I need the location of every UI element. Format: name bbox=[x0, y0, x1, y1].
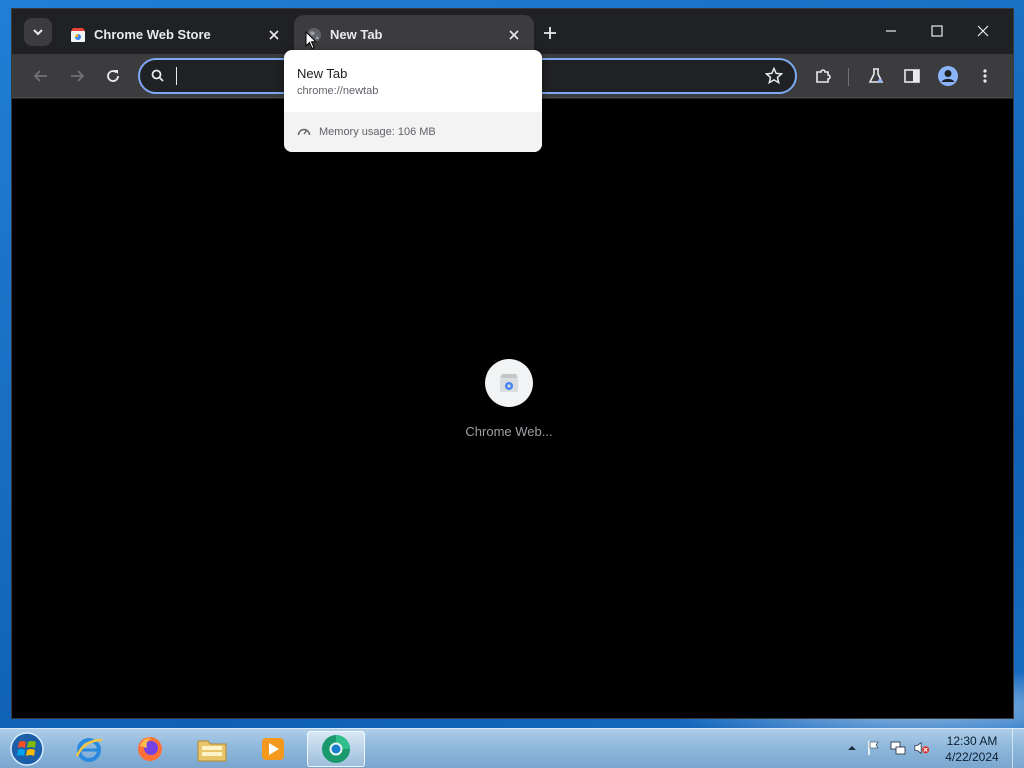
taskbar-app-firefox[interactable] bbox=[121, 731, 179, 767]
new-tab-button[interactable] bbox=[538, 21, 562, 45]
text-caret bbox=[176, 67, 177, 85]
tab-chrome-web-store[interactable]: Chrome Web Store bbox=[58, 15, 294, 54]
taskbar-app-chrome[interactable] bbox=[307, 731, 365, 767]
firefox-icon bbox=[138, 737, 162, 761]
maximize-icon bbox=[931, 25, 943, 37]
volume-button[interactable] bbox=[914, 740, 930, 756]
mouse-cursor-icon bbox=[305, 31, 317, 50]
flask-icon bbox=[868, 68, 884, 83]
taskbar-app-file-explorer[interactable] bbox=[183, 731, 241, 767]
close-window-button[interactable] bbox=[960, 17, 1006, 45]
menu-button[interactable] bbox=[973, 64, 997, 88]
hover-card-url: chrome://newtab bbox=[297, 85, 379, 97]
extensions-button[interactable] bbox=[811, 64, 835, 88]
volume-muted-icon bbox=[914, 741, 930, 755]
internet-explorer-icon bbox=[75, 738, 103, 762]
avatar-icon bbox=[938, 66, 958, 86]
media-player-icon bbox=[262, 738, 284, 760]
minimize-button[interactable] bbox=[868, 17, 914, 45]
arrow-left-icon bbox=[33, 70, 47, 82]
profile-button[interactable] bbox=[936, 64, 960, 88]
side-panel-icon bbox=[904, 69, 920, 83]
reload-button[interactable] bbox=[101, 64, 125, 88]
back-button[interactable] bbox=[29, 64, 53, 88]
windows-orb-icon bbox=[10, 732, 44, 766]
tab-title: Chrome Web Store bbox=[94, 27, 211, 42]
title-bar: Chrome Web Store New Tab bbox=[12, 9, 1013, 54]
hover-card-footer: Memory usage: 106 MB bbox=[284, 112, 542, 152]
toolbar-divider bbox=[848, 68, 849, 86]
puzzle-icon bbox=[816, 69, 831, 83]
flag-icon bbox=[868, 741, 879, 755]
minimize-icon bbox=[886, 30, 896, 32]
chrome-icon bbox=[322, 735, 350, 763]
show-hidden-icons-button[interactable] bbox=[844, 740, 860, 756]
clock-time: 12:30 AM bbox=[946, 734, 998, 748]
gauge-icon bbox=[297, 128, 311, 136]
system-clock[interactable]: 12:30 AM 4/22/2024 bbox=[936, 733, 1008, 765]
arrow-right-icon bbox=[71, 70, 85, 82]
close-tab-icon[interactable] bbox=[506, 27, 522, 43]
start-button[interactable] bbox=[7, 730, 47, 768]
show-desktop-button[interactable] bbox=[1012, 729, 1024, 768]
network-button[interactable] bbox=[890, 740, 906, 756]
chrome-web-store-icon bbox=[71, 27, 85, 42]
tab-search-button[interactable] bbox=[24, 18, 52, 46]
bookmark-star-icon[interactable] bbox=[765, 67, 783, 85]
chrome-web-store-icon bbox=[500, 374, 518, 392]
plus-icon bbox=[544, 27, 556, 39]
chevron-down-icon bbox=[33, 29, 43, 36]
tab-title: New Tab bbox=[330, 27, 383, 42]
maximize-button[interactable] bbox=[914, 17, 960, 45]
taskbar: 12:30 AM 4/22/2024 bbox=[0, 728, 1024, 768]
tab-hover-card: New Tab chrome://newtab Memory usage: 10… bbox=[284, 50, 542, 152]
close-tab-icon[interactable] bbox=[266, 27, 282, 43]
more-vert-icon bbox=[983, 69, 987, 83]
network-icon bbox=[890, 741, 906, 755]
close-icon bbox=[977, 25, 989, 37]
chevron-up-icon bbox=[848, 746, 856, 750]
new-tab-page: Chrome Web... bbox=[12, 99, 1013, 718]
reload-icon bbox=[107, 70, 119, 82]
tab-new-tab[interactable]: New Tab bbox=[294, 15, 534, 54]
file-explorer-icon bbox=[197, 740, 227, 762]
labs-button[interactable] bbox=[864, 64, 888, 88]
forward-button[interactable] bbox=[65, 64, 89, 88]
taskbar-app-internet-explorer[interactable] bbox=[60, 731, 118, 767]
shortcut-chrome-web-store[interactable]: Chrome Web... bbox=[459, 359, 559, 439]
shortcut-tile[interactable] bbox=[485, 359, 533, 407]
side-panel-button[interactable] bbox=[900, 64, 924, 88]
shortcut-label: Chrome Web... bbox=[465, 424, 553, 439]
clock-date: 4/22/2024 bbox=[945, 750, 999, 764]
hover-card-title: New Tab bbox=[297, 66, 348, 81]
memory-usage-label: Memory usage: 106 MB bbox=[319, 126, 436, 138]
taskbar-app-media-player[interactable] bbox=[244, 731, 302, 767]
search-icon bbox=[151, 69, 164, 82]
action-center-flag-button[interactable] bbox=[866, 740, 882, 756]
